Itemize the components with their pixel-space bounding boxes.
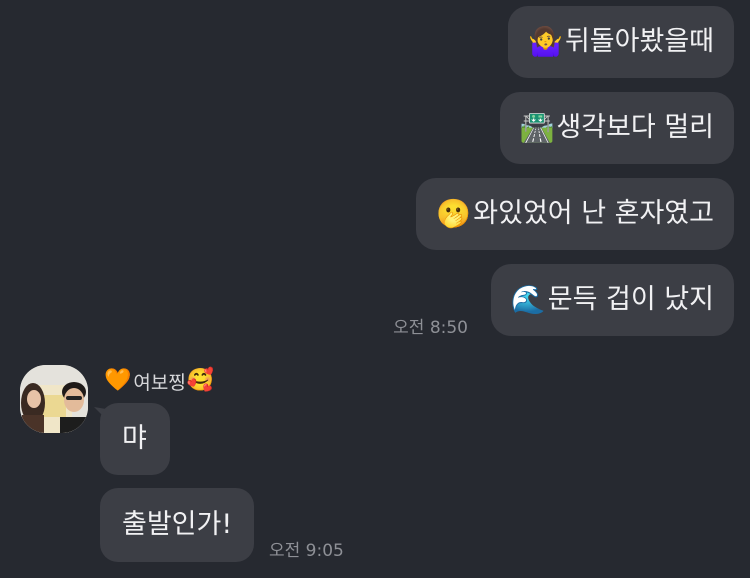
- hand-over-mouth-face-icon: 🫢: [436, 197, 472, 230]
- message-text: 생각보다 멀리: [556, 112, 714, 143]
- outgoing-message[interactable]: 🛣️ 생각보다 멀리: [499, 92, 734, 164]
- message-text: 와있었어 난 혼자였고: [473, 198, 714, 229]
- water-wave-icon: 🌊: [510, 283, 546, 316]
- smiling-face-with-hearts-icon: 🥰: [186, 368, 215, 393]
- sender-name: 🧡 여보찡 🥰: [104, 366, 214, 396]
- message-text: 뒤돌아봤을때: [564, 26, 714, 57]
- outgoing-message[interactable]: 🫢 와있었어 난 혼자였고: [416, 178, 734, 250]
- orange-heart-icon: 🧡: [104, 368, 132, 393]
- woman-shrugging-icon: 🤷‍♀️: [528, 25, 563, 58]
- message-text: 문득 겁이 났지: [547, 284, 714, 315]
- message-timestamp: 오전 9:05: [269, 541, 344, 561]
- sender-name-text: 여보찡: [133, 371, 186, 394]
- motorway-icon: 🛣️: [519, 111, 555, 144]
- outgoing-message[interactable]: 🤷‍♀️ 뒤돌아봤을때: [508, 6, 734, 78]
- avatar[interactable]: [20, 365, 88, 433]
- profile-photo-icon: [20, 365, 88, 433]
- message-text: 출발인가!: [122, 509, 233, 540]
- message-timestamp: 오전 8:50: [393, 318, 468, 338]
- outgoing-message[interactable]: 🌊 문득 겁이 났지: [490, 264, 734, 336]
- message-text: 먀: [122, 423, 147, 454]
- chat-thread: 🤷‍♀️ 뒤돌아봤을때 🛣️ 생각보다 멀리 🫢 와있었어 난 혼자였고 🌊 문…: [0, 0, 750, 578]
- incoming-message[interactable]: 먀: [100, 403, 170, 475]
- incoming-message[interactable]: 출발인가!: [100, 488, 255, 562]
